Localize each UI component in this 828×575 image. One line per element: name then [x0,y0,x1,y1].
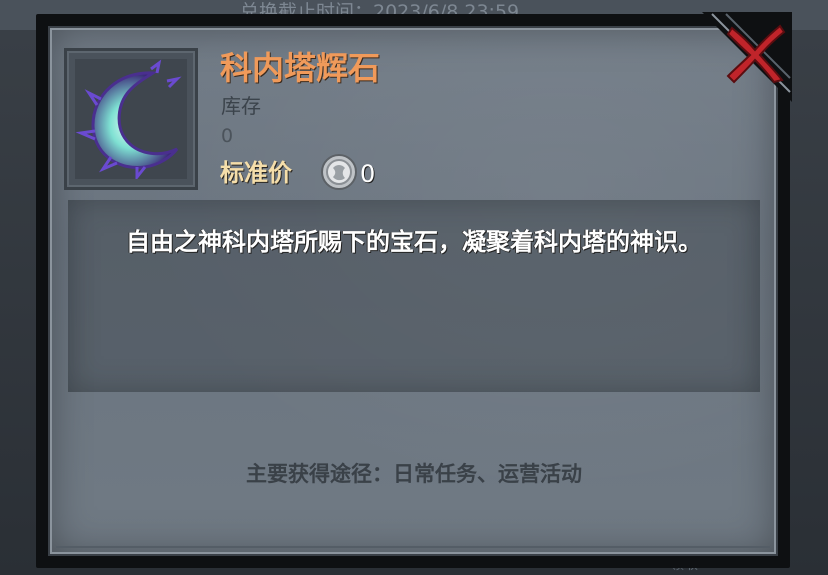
stock-label: 库存 [221,94,261,118]
acquisition-source-text: 主要获得途径：日常任务、运营活动 [246,462,582,486]
item-name: 科内塔辉石 [220,49,381,87]
price-value: 0 [360,160,376,188]
item-description: 自由之神科内塔所赐下的宝石，凝聚着科内塔的神识。 [126,228,702,256]
dialog-bottom-divider [56,546,770,548]
stock-value: 0 [221,125,234,147]
description-panel: 自由之神科内塔所赐下的宝石，凝聚着科内塔的神识。 [68,200,760,392]
crescent-gem-icon [75,59,182,182]
close-button[interactable] [724,22,786,84]
close-x-icon [726,24,786,84]
item-icon-frame [64,48,198,190]
silver-coin-icon [320,153,358,191]
item-icon-slot [75,59,187,182]
standard-price-label: 标准价 [220,159,292,187]
